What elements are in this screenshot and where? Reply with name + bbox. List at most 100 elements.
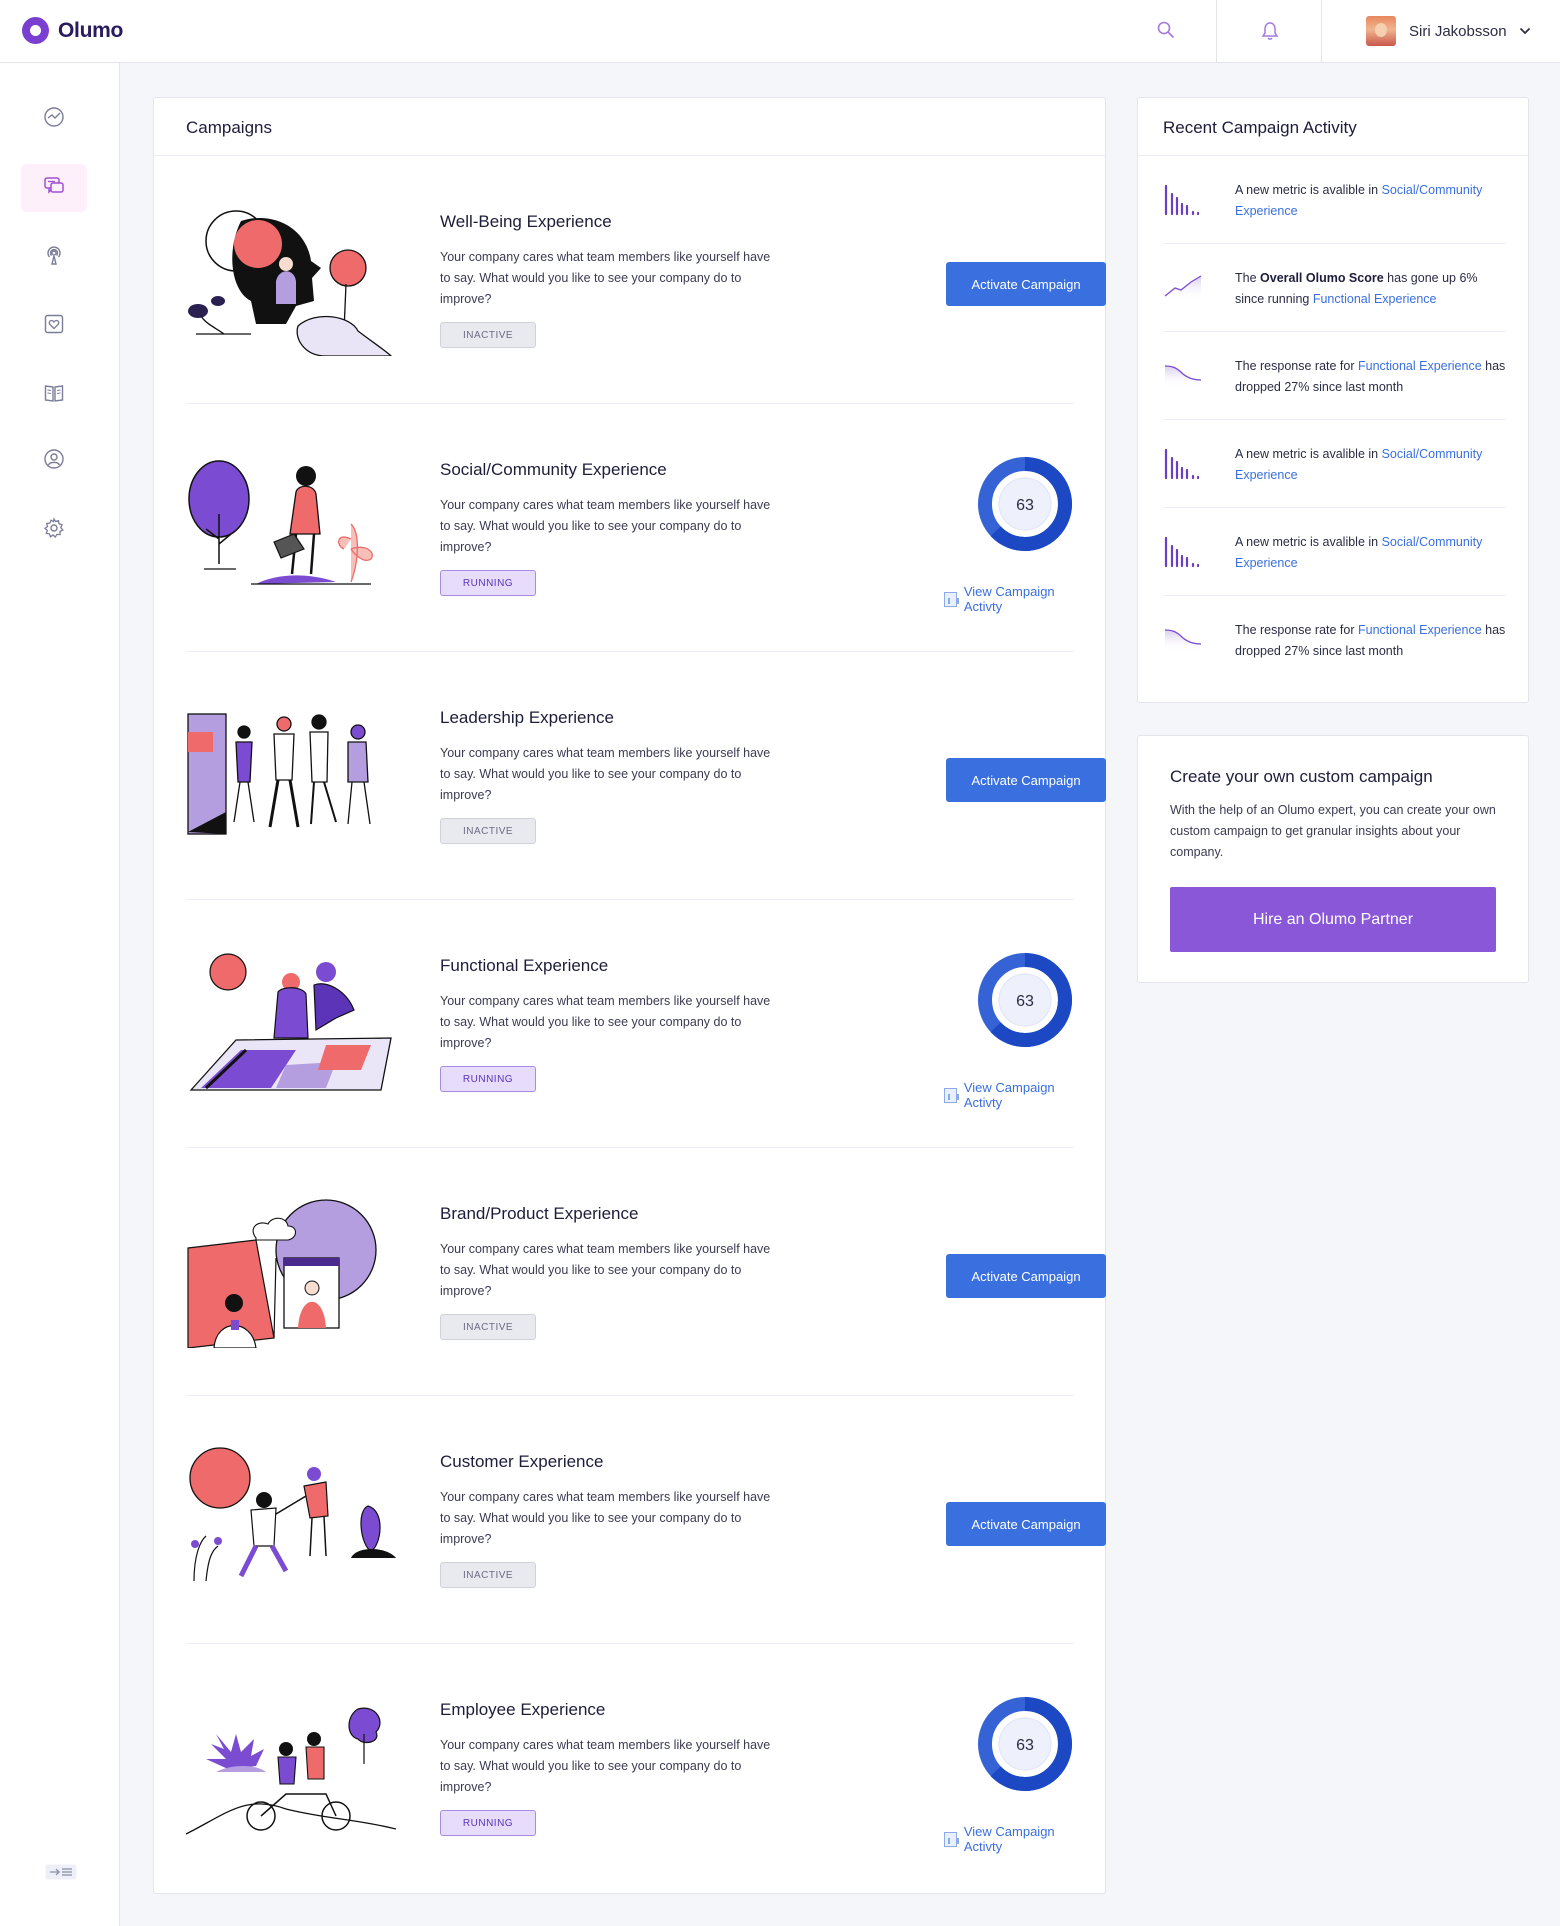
chart-icon	[944, 1087, 959, 1103]
activity-text-pre: A new metric is avalible in	[1235, 535, 1382, 549]
campaign-description: Your company cares what team members lik…	[440, 498, 771, 554]
campaign-description: Your company cares what team members lik…	[440, 1242, 771, 1298]
bar-chart-icon	[1163, 536, 1201, 575]
trend-up-icon	[1163, 272, 1203, 307]
bar-chart-icon	[1163, 184, 1201, 223]
campaigns-card-title: Campaigns	[186, 118, 272, 137]
view-campaign-activity-label: View Campaign Activty	[963, 584, 1055, 614]
activity-item: The response rate for Functional Experie…	[1163, 332, 1506, 420]
chart-icon	[944, 591, 959, 607]
campaigns-icon	[43, 175, 65, 202]
activity-text-bold: Overall Olumo Score	[1260, 271, 1384, 285]
activity-item: A new metric is avalible in Social/Commu…	[1163, 508, 1506, 596]
view-campaign-activity-label: View Campaign Activty	[963, 1824, 1055, 1854]
status-badge: INACTIVE	[440, 1562, 536, 1588]
trend-down-icon	[1163, 360, 1203, 395]
activate-campaign-button[interactable]: Activate Campaign	[946, 758, 1106, 802]
activate-campaign-button[interactable]: Activate Campaign	[946, 1502, 1106, 1546]
activity-text: The response rate for Functional Experie…	[1235, 620, 1510, 662]
chart-icon	[944, 1831, 959, 1847]
user-name: Siri Jakobsson	[1409, 22, 1507, 40]
activity-item: A new metric is avalible in Social/Commu…	[1163, 420, 1506, 508]
custom-campaign-card: Create your own custom campaign With the…	[1137, 735, 1529, 983]
activity-text: The Overall Olumo Score has gone up 6% s…	[1235, 268, 1510, 310]
status-badge: RUNNING	[440, 1810, 536, 1836]
broadcast-icon	[43, 244, 65, 271]
campaign-row-functional: Functional Experience Your company cares…	[186, 900, 1074, 1148]
view-campaign-activity-label: View Campaign Activty	[963, 1080, 1055, 1110]
custom-campaign-description: With the help of an Olumo expert, you ca…	[1170, 803, 1496, 859]
activity-text-pre: A new metric is avalible in	[1235, 447, 1382, 461]
activity-text-pre: The	[1235, 271, 1261, 285]
campaign-row-well-being: Well-Being Experience Your company cares…	[186, 156, 1106, 404]
well-being-illustration	[188, 210, 392, 356]
donut-score-label: 63	[1016, 1737, 1034, 1754]
recent-activity-title: Recent Campaign Activity	[1163, 118, 1357, 137]
campaign-description: Your company cares what team members lik…	[440, 994, 771, 1050]
campaign-description: Your company cares what team members lik…	[440, 746, 771, 802]
bell-icon[interactable]	[1260, 20, 1280, 47]
campaigns-card-header: Campaigns	[154, 98, 1105, 156]
sidebar-item-campaigns[interactable]	[21, 164, 87, 212]
campaign-row-leadership: Leadership Experience Your company cares…	[186, 652, 1106, 900]
activate-campaign-button[interactable]: Activate Campaign	[946, 1254, 1106, 1298]
campaign-row-social-community: Social/Community Experience Your company…	[186, 404, 1074, 652]
hire-partner-button[interactable]: Hire an Olumo Partner	[1170, 887, 1496, 952]
activity-campaign-link[interactable]: Functional Experience	[1313, 292, 1437, 306]
heart-icon	[43, 313, 65, 340]
sidebar-item-settings[interactable]	[21, 506, 87, 554]
functional-illustration	[189, 953, 392, 1091]
campaign-description: Your company cares what team members lik…	[440, 250, 771, 306]
logo[interactable]: Olumo	[22, 17, 123, 44]
campaign-title: Customer Experience	[440, 1452, 604, 1471]
view-campaign-activity-link[interactable]: View Campaign Activty	[944, 1080, 1074, 1110]
activity-text: The response rate for Functional Experie…	[1235, 356, 1510, 398]
score-donut: 63	[978, 953, 1072, 1047]
status-badge: RUNNING	[440, 1066, 536, 1092]
recent-activity-card: Recent Campaign Activity A new metric is…	[1137, 97, 1529, 703]
view-campaign-activity-link[interactable]: View Campaign Activty	[944, 1824, 1074, 1854]
campaigns-card: Campaigns Well-Being Experience Your com…	[153, 97, 1106, 1894]
brand-product-illustration	[187, 1199, 377, 1348]
status-badge: INACTIVE	[440, 818, 536, 844]
campaign-title: Well-Being Experience	[440, 212, 612, 231]
profile-icon	[43, 448, 65, 475]
social-community-illustration	[188, 460, 373, 585]
activity-campaign-link[interactable]: Functional Experience	[1358, 623, 1482, 637]
activity-campaign-link[interactable]: Functional Experience	[1358, 359, 1482, 373]
activity-text-pre: A new metric is avalible in	[1235, 183, 1382, 197]
trend-down-icon	[1163, 624, 1203, 659]
settings-icon	[43, 516, 65, 544]
top-bar: Olumo Siri Jakobsson	[0, 0, 1560, 63]
user-menu[interactable]: Siri Jakobsson	[1366, 16, 1531, 46]
search-icon[interactable]	[1156, 20, 1176, 45]
sidebar-item-broadcast[interactable]	[21, 233, 87, 281]
activity-text: A new metric is avalible in Social/Commu…	[1235, 444, 1510, 486]
divider	[1216, 0, 1217, 63]
book-icon	[43, 382, 65, 409]
sidebar	[0, 63, 120, 1926]
sidebar-item-dashboard[interactable]	[21, 95, 87, 143]
activity-text: A new metric is avalible in Social/Commu…	[1235, 180, 1510, 222]
campaign-row-employee: Employee Experience Your company cares w…	[186, 1644, 1074, 1892]
campaign-title: Brand/Product Experience	[440, 1204, 639, 1223]
activity-item: A new metric is avalible in Social/Commu…	[1163, 156, 1506, 244]
donut-score-label: 63	[1016, 993, 1034, 1010]
score-donut: 63	[978, 457, 1072, 551]
score-donut: 63	[978, 1697, 1072, 1791]
activate-campaign-button[interactable]: Activate Campaign	[946, 262, 1106, 306]
status-badge: INACTIVE	[440, 322, 536, 348]
sidebar-item-favorites[interactable]	[21, 302, 87, 350]
campaign-title: Social/Community Experience	[440, 460, 667, 479]
campaign-row-customer: Customer Experience Your company cares w…	[186, 1396, 1106, 1644]
avatar	[1366, 16, 1396, 46]
activity-text: A new metric is avalible in Social/Commu…	[1235, 532, 1510, 574]
campaign-title: Functional Experience	[440, 956, 609, 975]
collapse-icon[interactable]	[45, 1864, 77, 1885]
activity-text-pre: The response rate for	[1235, 359, 1358, 373]
sidebar-item-profile[interactable]	[21, 437, 87, 485]
sidebar-item-library[interactable]	[21, 371, 87, 419]
activity-item: The response rate for Functional Experie…	[1163, 596, 1506, 684]
custom-campaign-title: Create your own custom campaign	[1170, 767, 1433, 786]
view-campaign-activity-link[interactable]: View Campaign Activty	[944, 584, 1074, 614]
